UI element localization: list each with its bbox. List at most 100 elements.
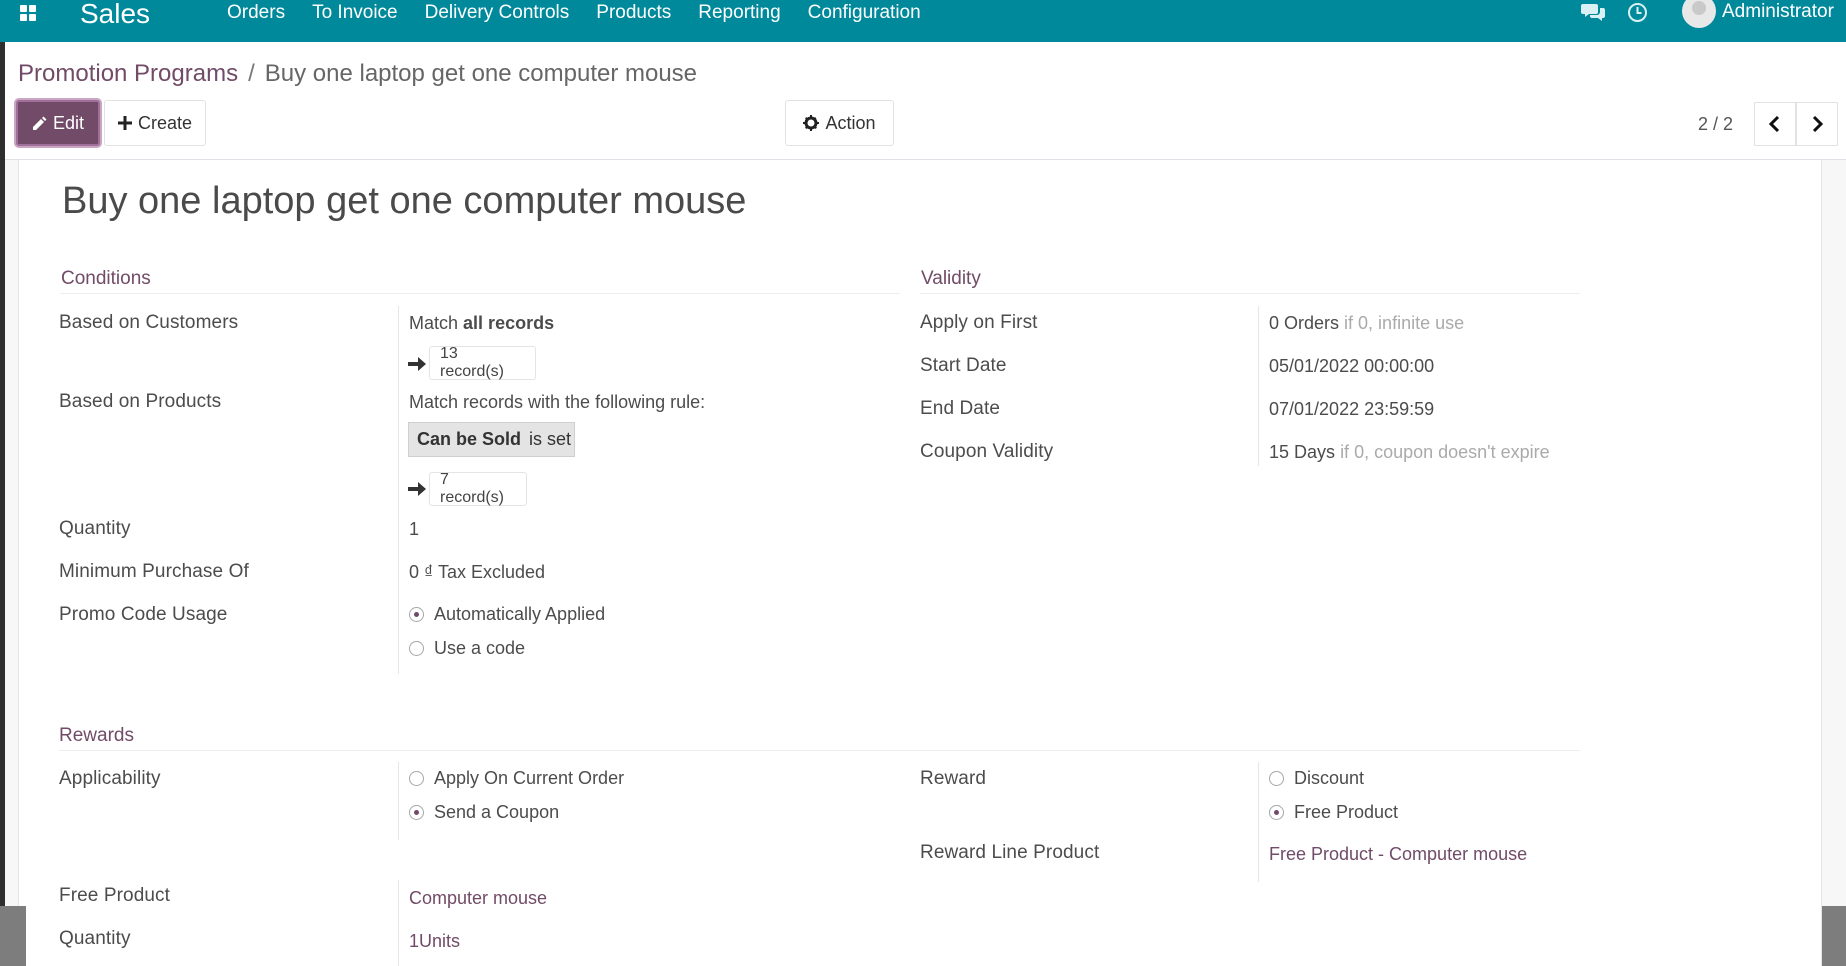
based-on-customers-label: Based on Customers xyxy=(59,312,239,333)
breadcrumb-current: Buy one laptop get one computer mouse xyxy=(264,60,698,87)
product-rule-chip[interactable]: Can be Sold is set xyxy=(408,422,575,457)
applicability-option-send-coupon[interactable]: Send a Coupon xyxy=(409,802,559,823)
apply-on-first-label: Apply on First xyxy=(920,312,1038,333)
reward-quantity-label: Quantity xyxy=(59,928,131,949)
customers-match-prefix: Match xyxy=(409,313,459,333)
edit-button-label: Edit xyxy=(52,112,85,133)
reward-option-discount[interactable]: Discount xyxy=(1269,768,1364,789)
products-records-button[interactable]: 7 record(s) xyxy=(429,471,527,506)
menu-to-invoice[interactable]: To Invoice xyxy=(312,2,398,24)
right-scroll-edge xyxy=(1822,906,1846,966)
reward-line-product-link[interactable]: Free Product - Computer mouse xyxy=(1269,844,1527,865)
minimum-purchase-label: Minimum Purchase Of xyxy=(59,561,249,582)
gear-icon xyxy=(803,115,820,131)
reward-option-label: Free Product xyxy=(1294,802,1399,822)
customers-records-button[interactable]: 13 record(s) xyxy=(429,345,536,380)
action-button-label: Action xyxy=(825,112,876,133)
quantity-value: 1 xyxy=(409,519,420,539)
applicability-option-current-order[interactable]: Apply On Current Order xyxy=(409,768,624,789)
validity-divider xyxy=(920,293,1580,294)
main-menu: Orders To Invoice Delivery Controls Prod… xyxy=(227,2,921,24)
coupon-validity-days: 15 Days xyxy=(1269,442,1336,462)
breadcrumb-parent[interactable]: Promotion Programs xyxy=(18,60,238,87)
apply-on-first-value: 0 Orders if 0, infinite use xyxy=(1269,313,1464,334)
action-button[interactable]: Action xyxy=(785,100,894,146)
promo-option-automatic[interactable]: Automatically Applied xyxy=(409,604,605,625)
coupon-validity-value: 15 Days if 0, coupon doesn't expire xyxy=(1269,442,1550,463)
rewards-column-separator xyxy=(1258,762,1259,882)
customers-match-bold: all records xyxy=(463,313,555,333)
pager-next-button[interactable] xyxy=(1796,102,1838,146)
edit-button[interactable]: Edit xyxy=(16,100,100,146)
minimum-purchase-tax: Tax Excluded xyxy=(437,562,545,582)
free-product-link[interactable]: Computer mouse xyxy=(409,888,547,909)
conditions-column-separator xyxy=(398,306,399,674)
breadcrumb: Promotion Programs / Buy one laptop get on… xyxy=(18,60,697,88)
left-scroll-edge xyxy=(0,906,26,966)
activity-clock-icon[interactable] xyxy=(1627,2,1648,23)
reward-quantity-value[interactable]: 1Units xyxy=(409,931,460,952)
menu-orders[interactable]: Orders xyxy=(227,2,285,24)
rewards-column-separator xyxy=(398,762,399,840)
arrow-right-icon xyxy=(408,482,426,496)
start-date-label: Start Date xyxy=(920,355,1007,376)
reward-option-free-product[interactable]: Free Product xyxy=(1269,802,1398,823)
coupon-validity-label: Coupon Validity xyxy=(920,441,1054,462)
chat-icon[interactable] xyxy=(1581,3,1605,21)
pager-previous-button[interactable] xyxy=(1754,102,1796,146)
rule-operator: is set xyxy=(529,429,572,449)
radio-checked-icon xyxy=(1269,805,1284,820)
promo-option-label: Use a code xyxy=(434,638,526,658)
validity-section-title: Validity xyxy=(921,268,981,289)
promo-option-code[interactable]: Use a code xyxy=(409,638,525,659)
conditions-section-title: Conditions xyxy=(61,268,151,289)
reward-line-product-label: Reward Line Product xyxy=(920,842,1100,863)
app-brand[interactable]: Sales xyxy=(80,0,150,30)
apply-on-first-orders: 0 Orders xyxy=(1269,313,1340,333)
apply-on-first-hint: if 0, infinite use xyxy=(1344,313,1465,333)
chevron-left-icon xyxy=(1769,116,1780,132)
menu-delivery-controls[interactable]: Delivery Controls xyxy=(425,2,570,24)
create-button[interactable]: Create xyxy=(104,100,206,146)
minimum-purchase-value: 0 ₫ Tax Excluded xyxy=(409,562,545,583)
arrow-right-icon xyxy=(408,357,426,371)
products-domain-text: Match records with the following rule: xyxy=(409,392,706,412)
quantity-label: Quantity xyxy=(59,518,131,539)
radio-unchecked-icon xyxy=(409,641,424,656)
rewards-section-title: Rewards xyxy=(59,725,134,746)
customers-domain-text: Match all records xyxy=(409,313,554,334)
radio-checked-icon xyxy=(409,805,424,820)
user-name[interactable]: Administrator xyxy=(1722,1,1834,23)
conditions-divider xyxy=(60,293,900,294)
create-button-label: Create xyxy=(137,112,193,133)
minimum-purchase-amount: 0 ₫ xyxy=(409,562,434,582)
menu-configuration[interactable]: Configuration xyxy=(808,2,921,24)
applicability-option-label: Apply On Current Order xyxy=(434,768,625,788)
validity-column-separator xyxy=(1258,306,1259,466)
coupon-validity-hint: if 0, coupon doesn't expire xyxy=(1340,442,1550,462)
rewards-divider xyxy=(59,750,1580,751)
radio-unchecked-icon xyxy=(1269,771,1284,786)
based-on-products-label: Based on Products xyxy=(59,391,222,412)
rule-field: Can be Sold xyxy=(417,429,522,449)
applicability-option-label: Send a Coupon xyxy=(434,802,560,822)
promo-code-usage-label: Promo Code Usage xyxy=(59,604,228,625)
pager-value[interactable]: 2 / 2 xyxy=(1698,114,1733,135)
rewards-column-separator xyxy=(398,880,399,966)
reward-option-label: Discount xyxy=(1294,768,1365,788)
apps-menu-icon[interactable] xyxy=(20,5,40,25)
radio-checked-icon xyxy=(409,607,424,622)
free-product-label: Free Product xyxy=(59,885,171,906)
user-avatar[interactable] xyxy=(1682,0,1716,28)
menu-products[interactable]: Products xyxy=(596,2,671,24)
record-title: Buy one laptop get one computer mouse xyxy=(62,180,747,222)
menu-reporting[interactable]: Reporting xyxy=(698,2,780,24)
pencil-icon xyxy=(32,116,47,130)
end-date-value: 07/01/2022 23:59:59 xyxy=(1269,399,1435,419)
applicability-label: Applicability xyxy=(59,768,161,789)
end-date-label: End Date xyxy=(920,398,1001,419)
chevron-right-icon xyxy=(1812,116,1823,132)
reward-label: Reward xyxy=(920,768,987,789)
start-date-value: 05/01/2022 00:00:00 xyxy=(1269,356,1435,376)
control-panel: Promotion Programs / Buy one laptop get on… xyxy=(0,42,1846,160)
